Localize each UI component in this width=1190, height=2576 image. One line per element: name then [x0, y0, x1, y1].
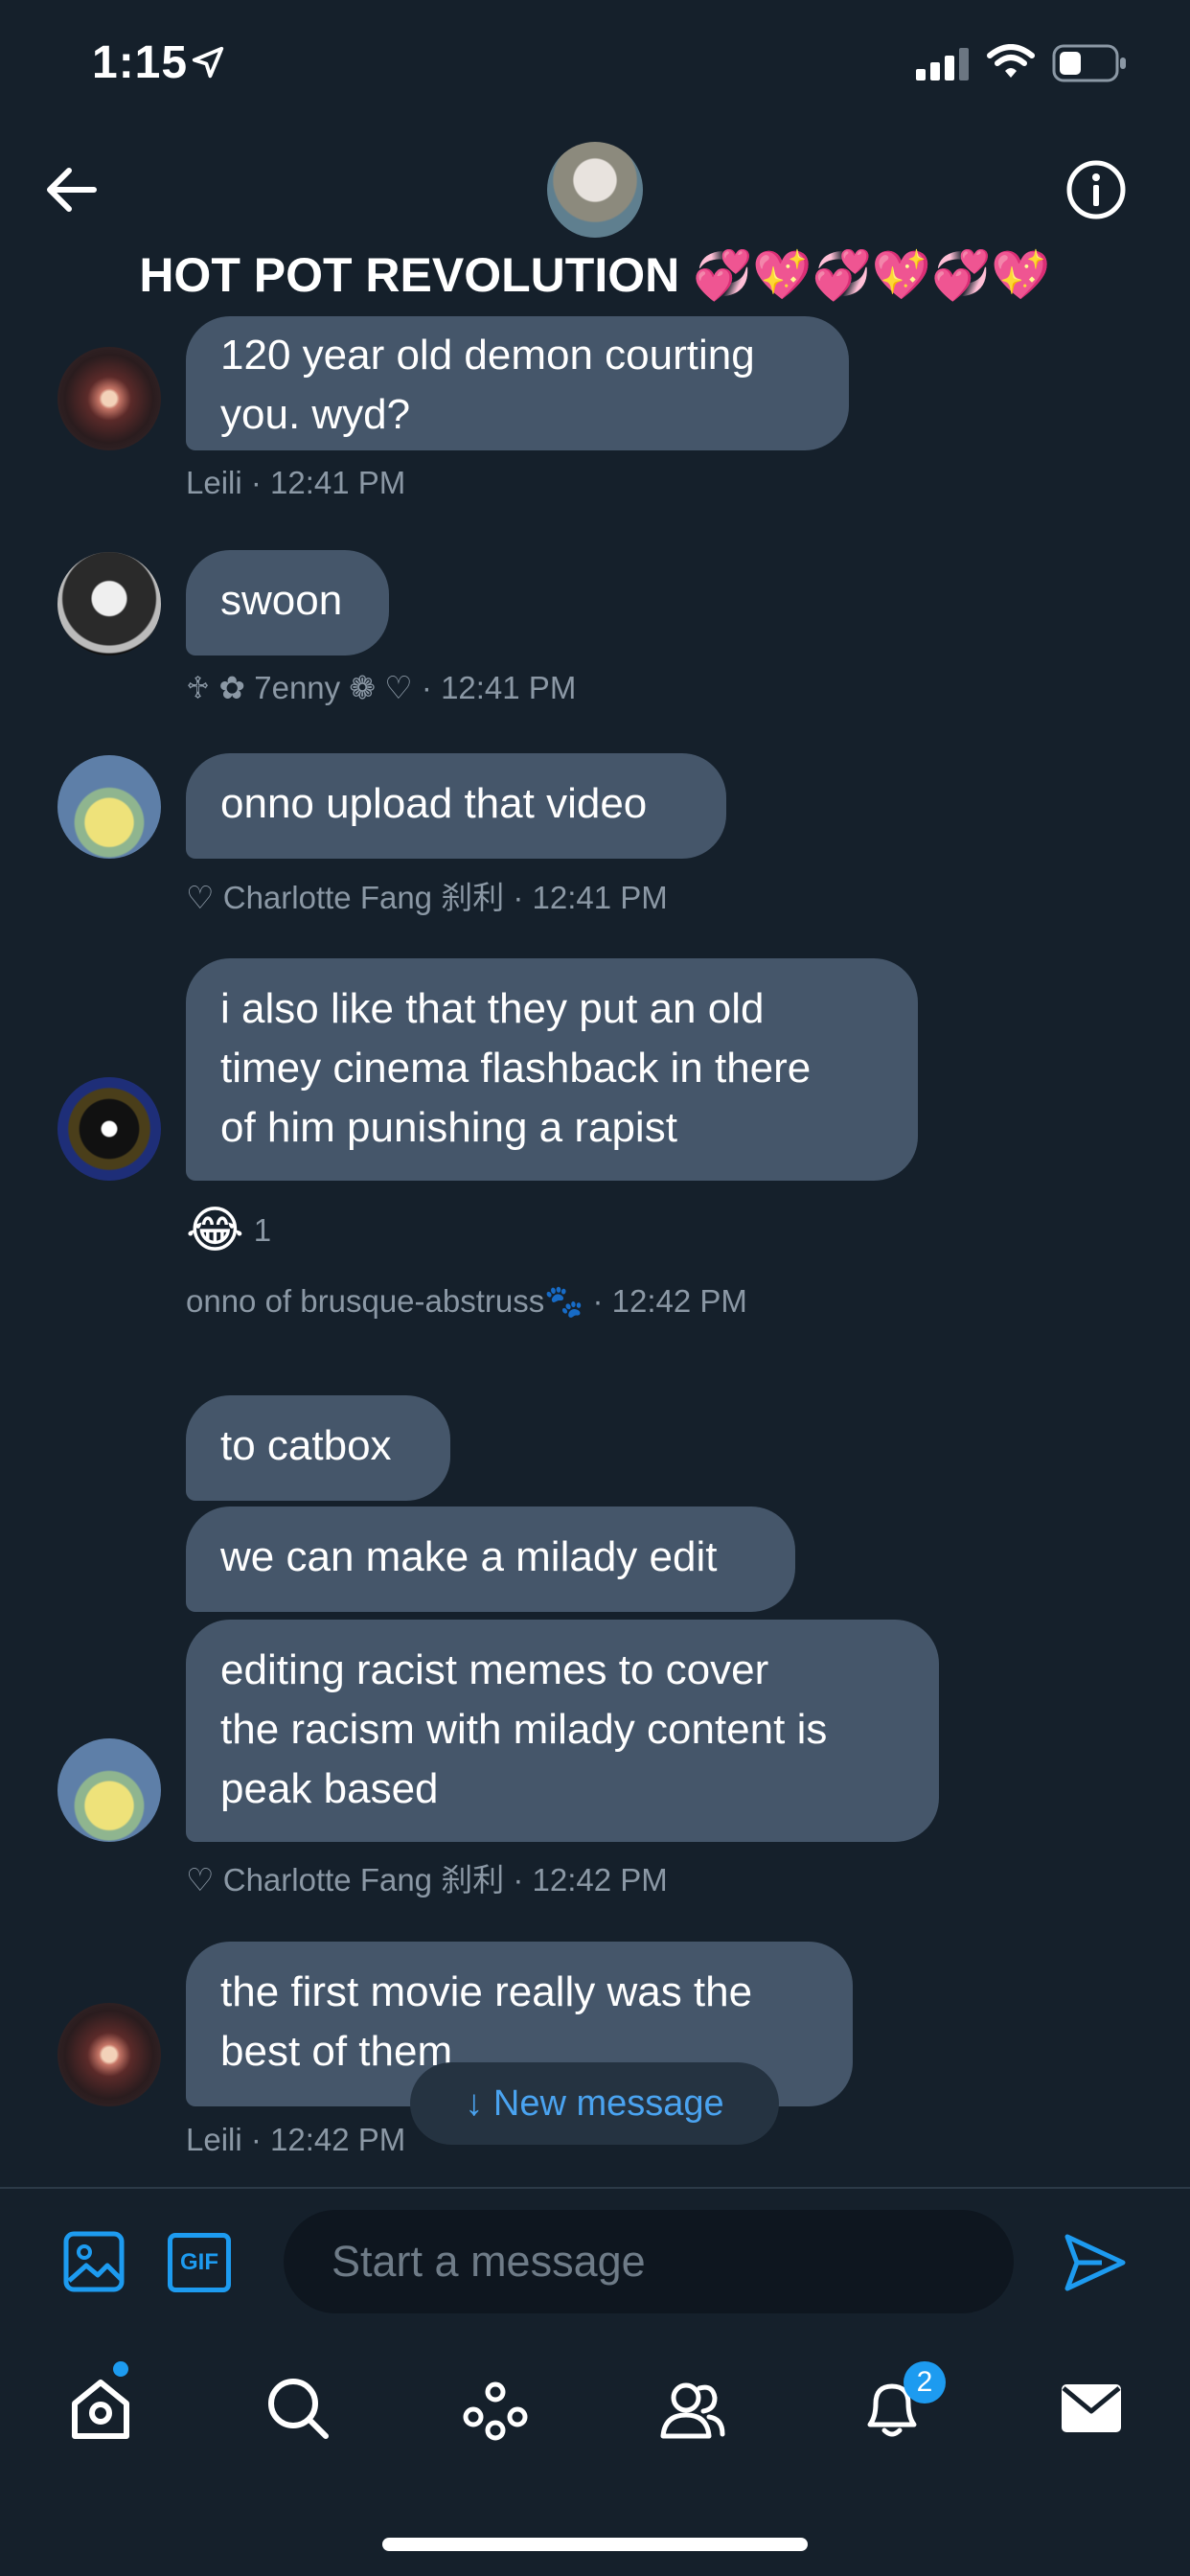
message-text: swoon [220, 577, 343, 624]
message-bubble[interactable]: swoon [186, 550, 389, 656]
message-meta: ♱ ✿ 7enny ❁ ♡ · 12:41 PM [186, 670, 577, 705]
gif-button[interactable]: GIF [168, 2233, 231, 2292]
reaction-count: 1 [253, 1212, 272, 1248]
message-bubble[interactable]: editing racist memes to cover the racism… [186, 1620, 939, 1842]
message-text: the racism with milady content is [220, 1706, 828, 1753]
message-text: of him punishing a rapist [220, 1104, 677, 1151]
message-input[interactable]: Start a message [284, 2210, 1014, 2313]
cellular-signal-icon [916, 48, 969, 80]
back-arrow-icon[interactable] [42, 163, 100, 217]
avatar[interactable] [57, 755, 161, 859]
message-text: 120 year old demon courting [220, 332, 755, 379]
message-text: i also like that they put an old [220, 985, 765, 1032]
home-indicator [382, 2538, 808, 2551]
message-text: the first movie really was the [220, 1968, 753, 2015]
message-bubble[interactable]: we can make a milady edit [186, 1506, 795, 1612]
spaces-icon[interactable] [462, 2375, 529, 2442]
new-message-button[interactable]: ↓ New message [410, 2062, 779, 2145]
avatar[interactable] [57, 347, 161, 450]
location-arrow-icon [192, 46, 224, 79]
message-text: editing racist memes to cover [220, 1646, 769, 1693]
composer-divider [0, 2187, 1190, 2189]
message-meta: ♡ Charlotte Fang 刹利 · 12:42 PM [186, 1862, 668, 1898]
message-bubble[interactable]: to catbox [186, 1395, 450, 1501]
message-bubble[interactable]: i also like that they put an old timey c… [186, 958, 918, 1181]
message-meta: onno of brusque-abstruss🐾 · 12:42 PM [186, 1283, 747, 1319]
send-icon[interactable] [1064, 2233, 1127, 2292]
message-text: peak based [220, 1765, 439, 1812]
group-avatar[interactable] [547, 142, 643, 238]
communities-icon[interactable] [659, 2375, 726, 2442]
message-meta: Leili · 12:41 PM [186, 465, 406, 500]
message-text: you. wyd? [220, 391, 411, 438]
message-text: onno upload that video [220, 780, 648, 827]
reaction[interactable]: 😂 1 [186, 1202, 271, 1259]
mail-icon[interactable] [1058, 2375, 1125, 2442]
gif-label: GIF [180, 2249, 218, 2275]
notifications-badge: 2 [904, 2361, 946, 2404]
message-bubble[interactable]: 120 year old demon courting you. wyd? [186, 316, 849, 450]
avatar[interactable] [57, 1738, 161, 1842]
message-meta: ♡ Charlotte Fang 刹利 · 12:41 PM [186, 880, 668, 915]
message-text: we can make a milady edit [220, 1533, 718, 1580]
message-bubble[interactable]: onno upload that video [186, 753, 726, 859]
avatar[interactable] [57, 2003, 161, 2106]
wifi-icon [987, 44, 1035, 78]
status-time: 1:15 [92, 37, 189, 88]
message-input-placeholder: Start a message [332, 2237, 646, 2286]
home-notification-dot [113, 2361, 128, 2377]
avatar[interactable] [57, 1077, 161, 1181]
home-icon[interactable] [67, 2375, 134, 2442]
message-meta: Leili · 12:42 PM [186, 2122, 406, 2157]
image-icon[interactable] [63, 2231, 125, 2292]
message-text: to catbox [220, 1422, 392, 1469]
laughing-emoji-icon: 😂 [186, 1203, 244, 1258]
battery-icon [1052, 44, 1126, 82]
message-text: timey cinema flashback in there [220, 1045, 812, 1092]
conversation-title: HOT POT REVOLUTION 💞💖💞💖💞💖 [139, 248, 1051, 302]
search-icon[interactable] [264, 2375, 332, 2442]
info-icon[interactable] [1065, 159, 1127, 220]
avatar[interactable] [57, 552, 161, 656]
